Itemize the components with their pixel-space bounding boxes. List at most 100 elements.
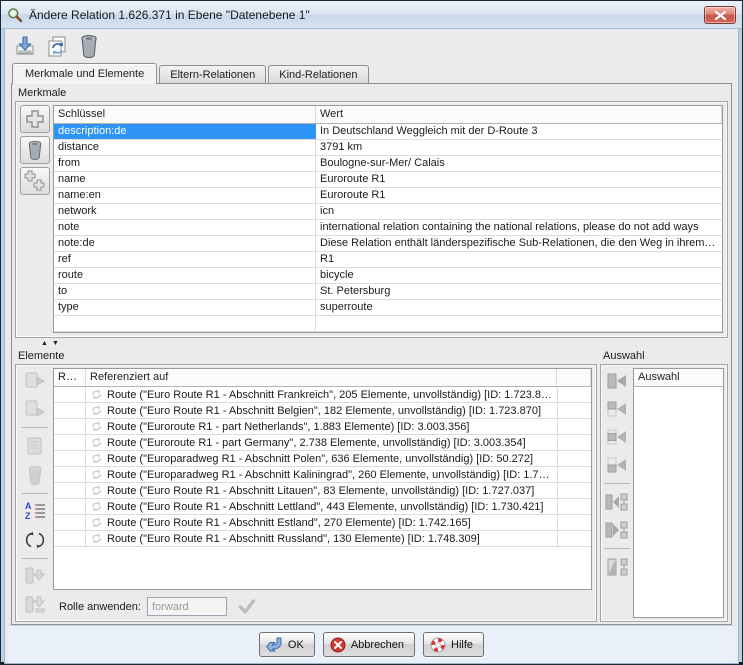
set-selection-icon[interactable] — [603, 369, 631, 393]
tag-key[interactable]: ref — [54, 252, 316, 267]
tag-row[interactable]: ref R1 — [54, 252, 722, 268]
tag-row[interactable]: note international relation containing t… — [54, 220, 722, 236]
tag-row[interactable]: from Boulogne-sur-Mer/ Calais — [54, 156, 722, 172]
delete-tag-icon[interactable] — [20, 136, 50, 164]
tag-value[interactable]: St. Petersburg — [316, 284, 722, 299]
copy-end-icon[interactable] — [20, 397, 50, 423]
member-row[interactable]: Route ("Euro Route R1 - Abschnitt Litaue… — [54, 483, 591, 499]
add-selected-at-end-icon[interactable] — [603, 518, 631, 542]
member-role[interactable] — [54, 467, 86, 482]
member-role[interactable] — [54, 403, 86, 418]
tag-key[interactable]: type — [54, 300, 316, 315]
tag-value[interactable]: Diese Relation enthält länderspezifische… — [316, 236, 722, 251]
role-input[interactable] — [147, 597, 227, 616]
tag-key[interactable]: distance — [54, 140, 316, 155]
split-pane-divider[interactable]: ▲ ▼ — [15, 338, 728, 349]
member-row[interactable]: Route ("Euroroute R1 - part Germany", 2.… — [54, 435, 591, 451]
ok-button[interactable]: OK — [259, 632, 315, 657]
tag-key[interactable]: note — [54, 220, 316, 235]
relation-icon — [90, 500, 103, 513]
toolbar-separator — [22, 427, 48, 428]
set-selection-bottom-icon[interactable] — [603, 453, 631, 477]
member-row[interactable]: Route ("Euro Route R1 - Abschnitt Lettla… — [54, 499, 591, 515]
tag-key[interactable]: description:de — [54, 124, 316, 139]
member-role[interactable] — [54, 515, 86, 530]
close-icon[interactable] — [704, 6, 736, 24]
download-selected-icon[interactable] — [20, 592, 50, 618]
splitter-collapse-down-icon[interactable]: ▼ — [52, 340, 59, 347]
paste-tags-icon[interactable] — [20, 167, 50, 195]
delete-relation-icon[interactable] — [75, 32, 102, 59]
tag-row[interactable]: name Euroroute R1 — [54, 172, 722, 188]
select-members-icon[interactable] — [603, 555, 631, 579]
tab[interactable]: Kind-Relationen — [268, 65, 368, 84]
member-row[interactable]: Route ("Europaradweg R1 - Abschnitt Pole… — [54, 451, 591, 467]
column-header-auswahl[interactable]: Auswahl — [634, 369, 723, 386]
tag-value[interactable]: superroute — [316, 300, 722, 315]
tag-value[interactable]: Euroroute R1 — [316, 172, 722, 187]
column-header-referenziert-auf[interactable]: Referenziert auf — [86, 369, 557, 386]
member-row[interactable]: Route ("Euro Route R1 - Abschnitt Russla… — [54, 531, 591, 547]
set-selection-mid-icon[interactable] — [603, 425, 631, 449]
member-row[interactable]: Route ("Euro Route R1 - Abschnitt Belgie… — [54, 403, 591, 419]
reverse-order-icon[interactable] — [20, 527, 50, 553]
add-selected-at-start-icon[interactable] — [603, 490, 631, 514]
member-row[interactable]: Route ("Euro Route R1 - Abschnitt Estlan… — [54, 515, 591, 531]
apply-role-check-icon[interactable] — [233, 596, 261, 617]
tag-key[interactable]: name:en — [54, 188, 316, 203]
update-relation-icon[interactable] — [43, 32, 70, 59]
tab[interactable]: Merkmale und Elemente — [12, 63, 157, 84]
member-role[interactable] — [54, 499, 86, 514]
tag-key[interactable]: note:de — [54, 236, 316, 251]
apply-changes-icon[interactable] — [11, 32, 38, 59]
tag-key[interactable]: from — [54, 156, 316, 171]
relation-icon — [90, 532, 103, 545]
member-row[interactable]: Route ("Euro Route R1 - Abschnitt Frankr… — [54, 387, 591, 403]
tag-row-empty[interactable] — [54, 316, 722, 332]
tag-value[interactable]: Euroroute R1 — [316, 188, 722, 203]
tag-key[interactable]: network — [54, 204, 316, 219]
column-header-schluessel[interactable]: Schlüssel — [54, 106, 316, 123]
add-tag-icon[interactable] — [20, 105, 50, 133]
tag-value[interactable]: bicycle — [316, 268, 722, 283]
help-button[interactable]: Hilfe — [423, 632, 484, 657]
tag-key[interactable]: to — [54, 284, 316, 299]
remove-member-icon[interactable] — [20, 462, 50, 488]
tag-row[interactable]: network icn — [54, 204, 722, 220]
member-row[interactable]: Route ("Europaradweg R1 - Abschnitt Kali… — [54, 467, 591, 483]
member-row[interactable]: Route ("Euroroute R1 - part Netherlands"… — [54, 419, 591, 435]
tag-value[interactable]: Boulogne-sur-Mer/ Calais — [316, 156, 722, 171]
tag-row[interactable]: route bicycle — [54, 268, 722, 284]
splitter-collapse-up-icon[interactable]: ▲ — [41, 340, 48, 347]
column-header-wert[interactable]: Wert — [316, 106, 722, 123]
tag-row[interactable]: to St. Petersburg — [54, 284, 722, 300]
member-role[interactable] — [54, 435, 86, 450]
cancel-button[interactable]: Abbrechen — [323, 632, 415, 657]
tag-row[interactable]: note:de Diese Relation enthält länderspe… — [54, 236, 722, 252]
member-role[interactable] — [54, 387, 86, 402]
tag-value[interactable]: 3791 km — [316, 140, 722, 155]
member-role[interactable] — [54, 483, 86, 498]
member-role[interactable] — [54, 531, 86, 546]
set-selection-top-icon[interactable] — [603, 397, 631, 421]
tag-value[interactable]: international relation containing the na… — [316, 220, 722, 235]
member-role[interactable] — [54, 419, 86, 434]
tag-key[interactable]: route — [54, 268, 316, 283]
tag-value[interactable]: In Deutschland Weggleich mit der D-Route… — [316, 124, 722, 139]
window-title: Ändere Relation 1.626.371 in Ebene "Date… — [29, 8, 698, 22]
tag-value[interactable]: R1 — [316, 252, 722, 267]
tag-key[interactable]: name — [54, 172, 316, 187]
tab[interactable]: Eltern-Relationen — [159, 65, 266, 84]
tag-row[interactable]: type superroute — [54, 300, 722, 316]
sort-members-icon[interactable]: A Z — [20, 498, 50, 524]
tag-row[interactable]: distance 3791 km — [54, 140, 722, 156]
tag-row[interactable]: description:de In Deutschland Weggleich … — [54, 124, 722, 140]
copy-start-icon[interactable] — [20, 368, 50, 394]
edit-member-icon[interactable] — [20, 433, 50, 459]
member-ref-text: Route ("Europaradweg R1 - Abschnitt Pole… — [107, 453, 533, 465]
tag-row[interactable]: name:en Euroroute R1 — [54, 188, 722, 204]
member-role[interactable] — [54, 451, 86, 466]
tag-value[interactable]: icn — [316, 204, 722, 219]
column-header-rolle[interactable]: Rolle — [54, 369, 86, 386]
download-members-icon[interactable] — [20, 564, 50, 590]
